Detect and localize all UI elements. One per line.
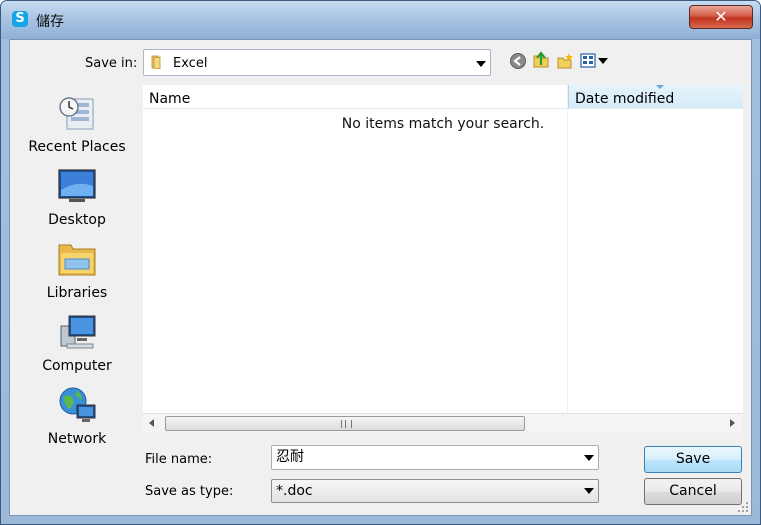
place-label: Recent Places xyxy=(28,139,126,155)
network-icon xyxy=(59,387,96,422)
scroll-right-icon[interactable] xyxy=(730,419,735,427)
place-label: Network xyxy=(47,431,107,447)
place-desktop[interactable]: Desktop xyxy=(18,162,136,232)
close-icon: ✕ xyxy=(714,7,728,26)
chevron-down-icon[interactable] xyxy=(476,61,486,67)
cancel-button[interactable]: Cancel xyxy=(644,478,742,505)
column-header-name[interactable]: Name xyxy=(143,85,567,109)
back-icon[interactable] xyxy=(509,52,527,70)
chevron-down-icon[interactable] xyxy=(584,455,594,461)
places-bar: Recent Places Desktop Libraries Computer… xyxy=(18,85,138,501)
save-as-type-value: *.doc xyxy=(276,483,313,499)
desktop-icon xyxy=(58,169,96,202)
folder-icon xyxy=(151,55,161,69)
title-bar[interactable]: S 儲存 ✕ xyxy=(1,1,760,39)
up-folder-icon[interactable] xyxy=(532,51,550,69)
grip-icon xyxy=(341,420,352,428)
save-in-value: Excel xyxy=(173,56,208,71)
computer-icon xyxy=(60,315,96,349)
save-as-type-label: Save as type: xyxy=(145,484,234,499)
save-as-type-dropdown[interactable]: *.doc xyxy=(271,479,599,503)
file-name-label: File name: xyxy=(145,452,213,467)
place-label: Computer xyxy=(42,358,112,374)
save-button[interactable]: Save xyxy=(644,446,742,473)
libraries-icon xyxy=(58,244,96,276)
place-computer[interactable]: Computer xyxy=(18,308,136,378)
save-in-dropdown[interactable]: Excel xyxy=(143,49,491,76)
recent-places-icon xyxy=(59,97,94,130)
window-title: 儲存 xyxy=(36,14,64,30)
view-menu-icon[interactable] xyxy=(580,52,598,70)
column-divider xyxy=(567,85,568,413)
new-folder-icon[interactable] xyxy=(556,52,574,70)
horizontal-scrollbar[interactable] xyxy=(143,413,743,433)
resize-grip-icon[interactable] xyxy=(737,501,749,513)
place-label: Libraries xyxy=(46,285,108,301)
file-name-input[interactable]: 忍耐 xyxy=(271,445,599,470)
place-libraries[interactable]: Libraries xyxy=(18,235,136,305)
place-recent-places[interactable]: Recent Places xyxy=(18,89,136,159)
scroll-left-icon[interactable] xyxy=(149,419,154,427)
save-in-label: Save in: xyxy=(85,56,138,71)
close-button[interactable]: ✕ xyxy=(689,5,753,29)
chevron-down-icon[interactable] xyxy=(584,488,594,494)
save-dialog-window: S 儲存 ✕ Save in: Excel Recent Places Desk… xyxy=(0,0,761,525)
app-icon: S xyxy=(12,11,28,27)
place-label: Desktop xyxy=(48,212,106,228)
sort-arrow-icon xyxy=(656,85,664,89)
place-network[interactable]: Network xyxy=(18,381,136,451)
file-name-value: 忍耐 xyxy=(276,449,304,465)
file-list[interactable]: Name Date modified No items match your s… xyxy=(143,85,743,433)
scroll-thumb[interactable] xyxy=(165,416,525,431)
empty-message: No items match your search. xyxy=(341,116,545,132)
view-chevron-down-icon[interactable] xyxy=(598,58,608,64)
